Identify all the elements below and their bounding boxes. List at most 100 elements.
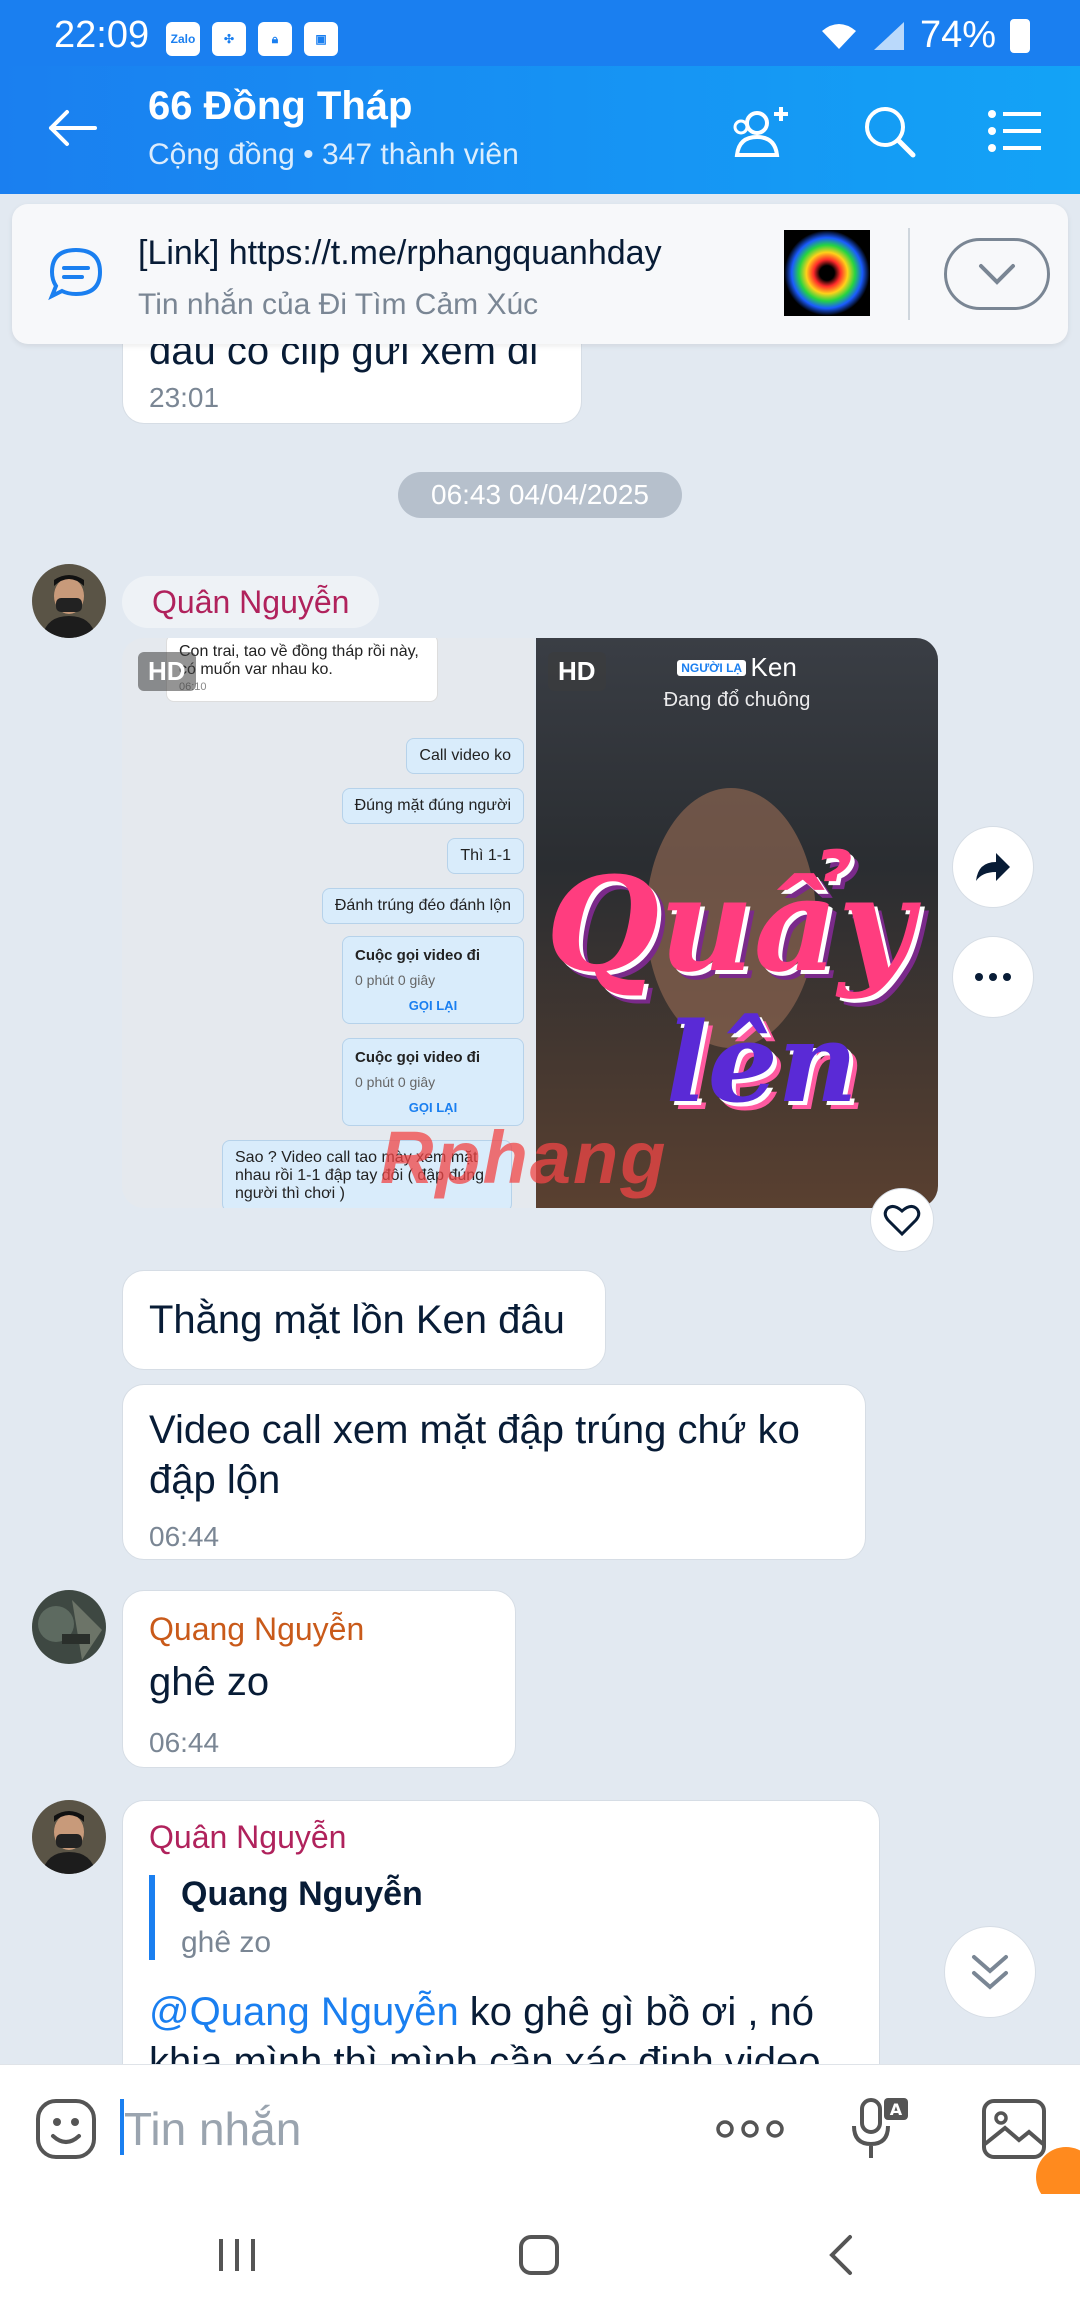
- message-bubble[interactable]: Thằng mặt lồn Ken đâu: [122, 1270, 606, 1370]
- svg-text:A: A: [890, 2100, 903, 2119]
- avatar[interactable]: [32, 1590, 106, 1664]
- mini-call-title: Cuộc gọi video đi: [355, 1049, 481, 1066]
- call-status: Đang đổ chuông: [663, 689, 811, 711]
- message-text: Video call xem mặt đập trúng chứ ko đập …: [149, 1408, 800, 1502]
- battery-percent: 74%: [919, 14, 996, 56]
- mini-time: 06:10: [179, 681, 425, 693]
- chat-bubble-icon: [48, 247, 103, 301]
- voice-to-text-button[interactable]: A: [842, 2091, 918, 2167]
- message-input-bar: A: [0, 2064, 1080, 2207]
- back-button[interactable]: [40, 96, 104, 160]
- image-icon: [982, 2099, 1046, 2159]
- avatar-image: [32, 564, 106, 638]
- pinwheel-icon: ✣: [212, 22, 246, 56]
- mini-message: Con trai, tao về đồng tháp rồi này, có m…: [166, 638, 438, 702]
- search-button[interactable]: [854, 96, 924, 166]
- hd-badge: HD: [138, 652, 196, 691]
- pinned-title: [Link] https://t.me/rphangquanhday: [138, 234, 662, 272]
- mini-text: Con trai, tao về đồng tháp rồi này, có m…: [179, 643, 419, 678]
- system-nav-bar: [0, 2194, 1080, 2316]
- zalo-icon: Zalo: [166, 22, 200, 56]
- pinned-message[interactable]: [Link] https://t.me/rphangquanhday Tin n…: [12, 204, 1068, 344]
- gallery-icon: ▣: [304, 22, 338, 56]
- nav-back-button[interactable]: [796, 2220, 886, 2290]
- image-button[interactable]: [976, 2091, 1052, 2167]
- mini-message: Đúng mặt đúng người: [341, 788, 524, 824]
- caller-tag: NGƯỜI LẠ: [677, 659, 747, 676]
- home-button[interactable]: [494, 2220, 584, 2290]
- nav-back-icon: [829, 2235, 852, 2275]
- mini-call-card: Cuộc gọi video đi 0 phút 0 giây GỌI LẠI: [342, 1038, 524, 1126]
- lock-icon: 🔒︎: [258, 22, 292, 56]
- pinned-subtitle: Tin nhắn của Đi Tìm Cảm Xúc: [138, 288, 539, 321]
- status-bar: 22:09 Zalo ✣ 🔒︎ ▣ 74%: [0, 0, 1080, 66]
- hd-badge: HD: [548, 652, 606, 691]
- group-title[interactable]: 66 Đồng Tháp: [148, 84, 412, 129]
- mini-call-link: GỌI LẠI: [408, 998, 458, 1013]
- mini-message: Call video ko: [406, 738, 524, 774]
- double-chevron-down-icon: [972, 1955, 1008, 1990]
- message-time: 06:44: [149, 1727, 220, 1758]
- mini-message: Thì 1-1: [447, 838, 524, 874]
- avatar[interactable]: [32, 1800, 106, 1874]
- status-right: 74%: [820, 14, 1030, 57]
- signal-icon: [873, 21, 904, 50]
- date-divider: 06:43 04/04/2025: [398, 472, 682, 518]
- list-menu-icon: [988, 110, 1041, 152]
- emoji-icon: [36, 2099, 96, 2159]
- more-horizontal-icon: [716, 2120, 784, 2138]
- notification-icons: Zalo ✣ 🔒︎ ▣: [166, 22, 338, 56]
- expand-pinned-button[interactable]: [944, 238, 1050, 310]
- avatar[interactable]: [32, 564, 106, 638]
- recent-apps-button[interactable]: [192, 2220, 282, 2290]
- message-time: 06:44: [149, 1521, 220, 1552]
- quoted-sender: Quang Nguyễn: [181, 1875, 423, 1913]
- chat-header: 66 Đồng Tháp Cộng đồng • 347 thành viên: [0, 66, 1080, 194]
- sender-name: Quân Nguyễn: [152, 583, 350, 620]
- mention[interactable]: @Quang Nguyễn: [149, 1990, 459, 2034]
- mini-call-link: GỌI LẠI: [408, 1100, 458, 1115]
- more-dots-icon: [975, 973, 1011, 981]
- react-button[interactable]: [870, 1188, 934, 1252]
- sticker-text-2: lên: [666, 998, 858, 1127]
- mini-call-card: Cuộc gọi video đi 0 phút 0 giây GỌI LẠI: [342, 936, 524, 1024]
- watermark: Rphang: [380, 1116, 668, 1199]
- pinned-thumbnail: [784, 230, 870, 316]
- heart-icon: [883, 1204, 921, 1237]
- menu-button[interactable]: [980, 96, 1050, 166]
- mini-call-sub: 0 phút 0 giây: [355, 972, 436, 988]
- back-arrow-icon: [49, 110, 97, 146]
- sticker-text: Quẩy: [546, 848, 914, 1001]
- home-icon: [519, 2235, 559, 2275]
- sender-name: Quang Nguyễn: [149, 1611, 365, 1647]
- message-text: ghê zo: [149, 1660, 270, 1704]
- avatar-image: [32, 1800, 106, 1874]
- more-actions-button[interactable]: [712, 2091, 788, 2167]
- chevron-down-icon: [979, 264, 1015, 285]
- sender-name-pill: Quân Nguyễn: [122, 576, 380, 628]
- scroll-to-bottom-button[interactable]: [944, 1926, 1036, 2018]
- message-input[interactable]: [124, 2099, 684, 2159]
- mini-call-sub: 0 phút 0 giây: [355, 1074, 436, 1090]
- sender-name: Quân Nguyễn: [149, 1819, 347, 1855]
- mini-message: Đánh trúng đéo đánh lộn: [321, 888, 524, 924]
- add-member-button[interactable]: [728, 96, 798, 166]
- mini-call-title: Cuộc gọi video đi: [355, 947, 481, 964]
- more-options-button[interactable]: [952, 936, 1034, 1018]
- message-bubble[interactable]: Quang Nguyễn ghê zo 06:44: [122, 1590, 516, 1768]
- add-member-icon: [733, 107, 788, 157]
- status-time: 22:09: [54, 14, 150, 56]
- wifi-icon: [821, 23, 856, 49]
- sticker-button[interactable]: [28, 2091, 104, 2167]
- pinned-divider: [908, 228, 910, 320]
- message-text: ko ghê gì bồ ơi , nó: [458, 1990, 815, 2034]
- avatar-image: [32, 1590, 106, 1664]
- battery-icon: [1010, 18, 1030, 53]
- forward-icon: [976, 853, 1010, 881]
- group-subtitle[interactable]: Cộng đồng • 347 thành viên: [148, 138, 519, 172]
- message-bubble[interactable]: Video call xem mặt đập trúng chứ ko đập …: [122, 1384, 866, 1560]
- forward-button[interactable]: [952, 826, 1034, 908]
- message-time: 23:01: [149, 382, 220, 413]
- quoted-message[interactable]: Quang Nguyễn ghê zo: [149, 1875, 649, 1960]
- caller-name: Ken: [750, 652, 797, 682]
